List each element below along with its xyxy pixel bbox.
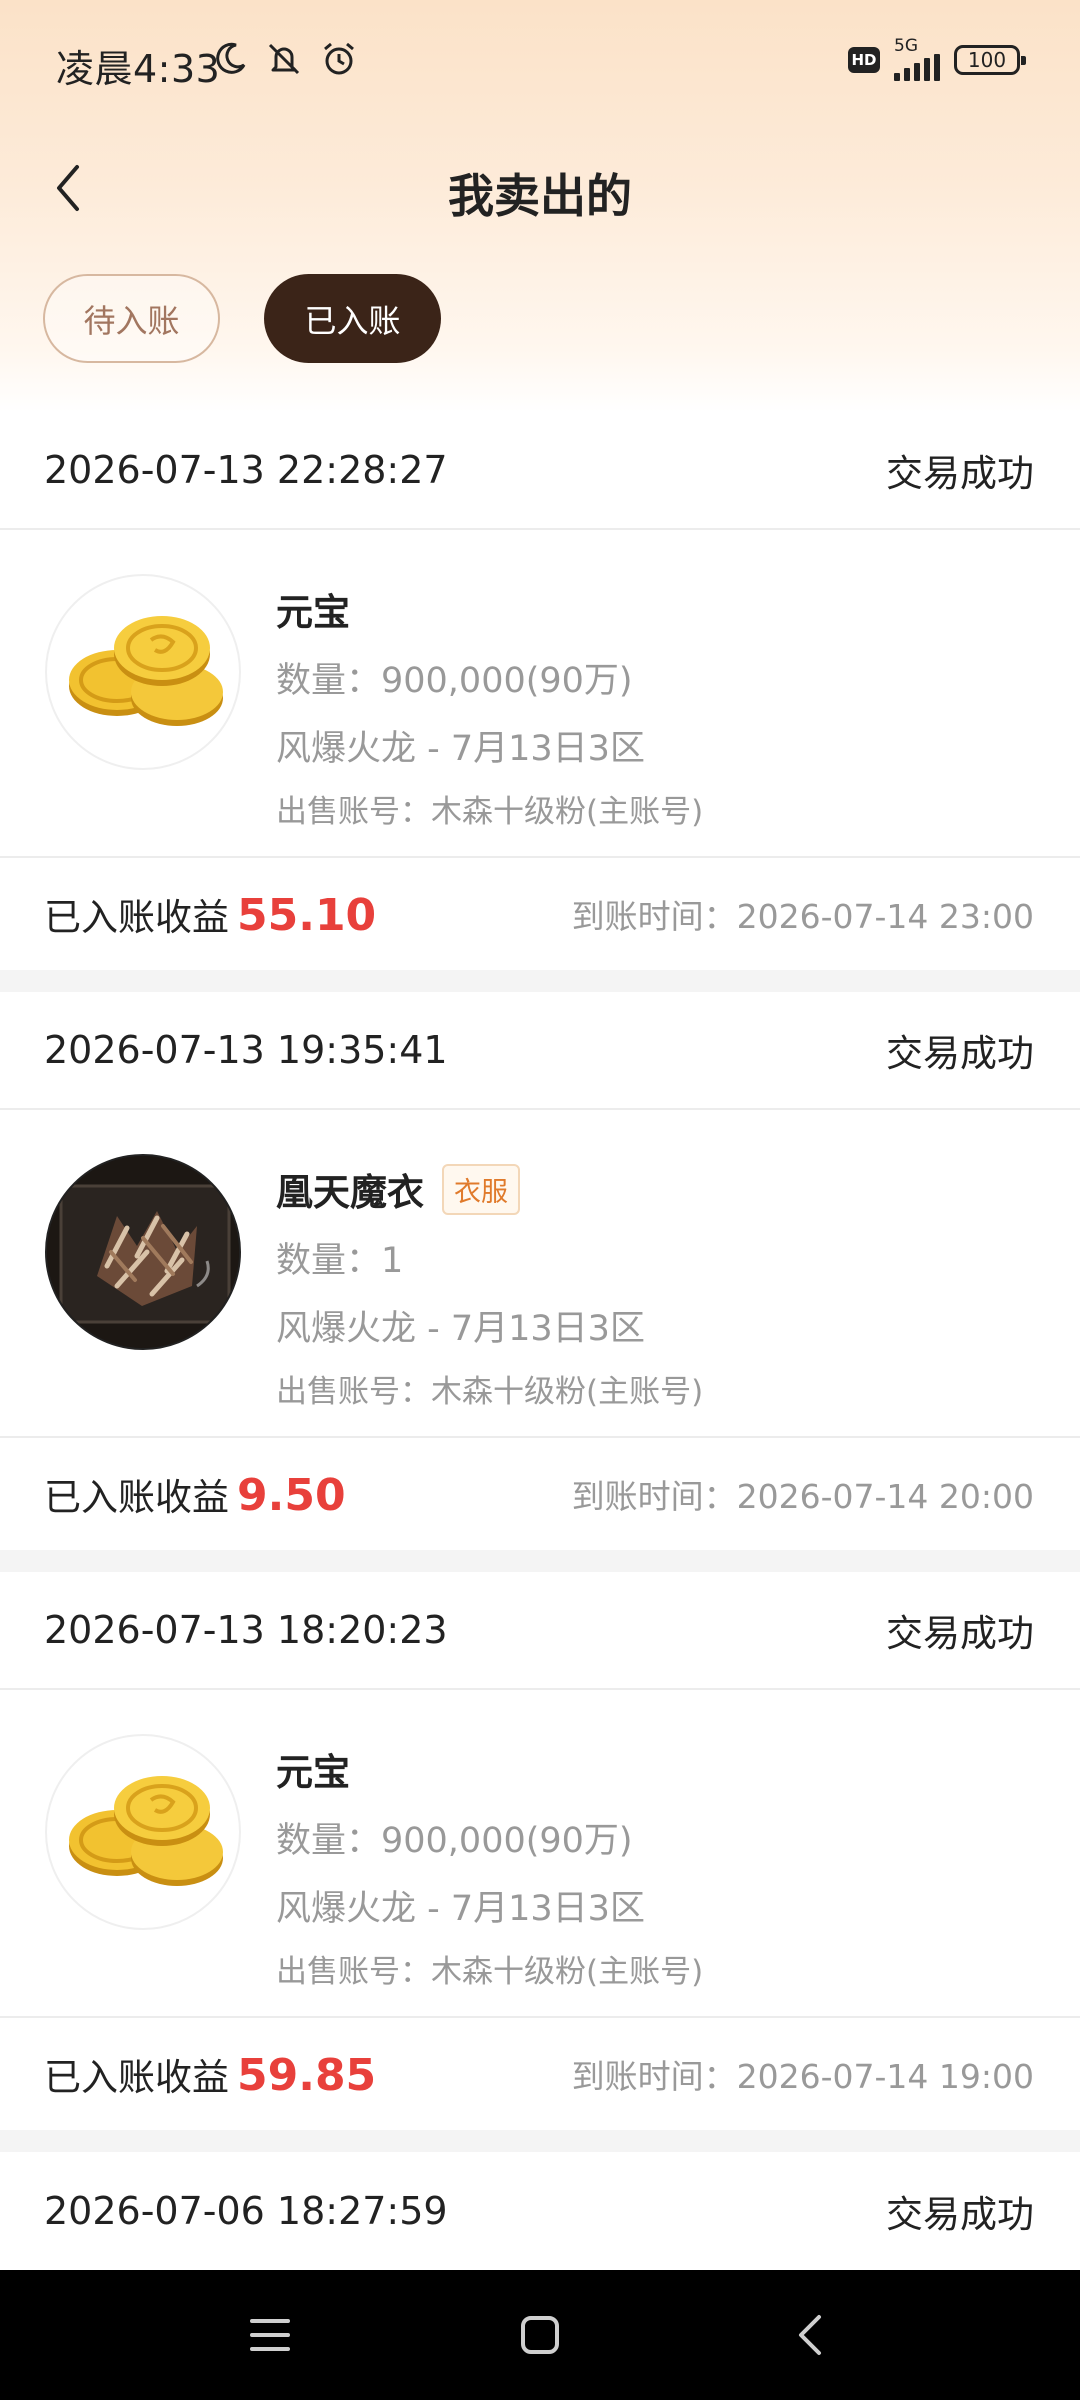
order-status: 交易成功 xyxy=(886,2193,1034,2236)
bell-off-icon xyxy=(268,43,300,75)
order-header: 2026-07-06 18:27:59 交易成功 xyxy=(0,2152,1080,2270)
arrive-time: 到账时间：2026-07-14 23:00 xyxy=(571,897,1034,936)
order-footer: 已入账收益 55.10 到账时间：2026-07-14 23:00 xyxy=(0,858,1080,970)
item-name: 凰天魔衣 xyxy=(276,1171,424,1214)
item-account: 出售账号：木森十级粉(主账号) xyxy=(276,1374,704,1410)
order-card[interactable]: 2026-07-13 19:35:41 交易成功 凰天魔衣 衣服 数量：1 风爆… xyxy=(0,992,1080,1550)
signal-icon: 5G xyxy=(894,38,940,81)
order-header: 2026-07-13 22:28:27 交易成功 xyxy=(0,412,1080,530)
item-server: 风爆火龙 - 7月13日3区 xyxy=(276,1309,645,1349)
menu-icon xyxy=(250,2319,290,2351)
order-card[interactable]: 2026-07-06 18:27:59 交易成功 xyxy=(0,2152,1080,2270)
order-header: 2026-07-13 18:20:23 交易成功 xyxy=(0,1572,1080,1690)
income-label: 已入账收益 xyxy=(44,1476,229,1519)
tab-pending[interactable]: 待入账 xyxy=(43,274,220,363)
order-status: 交易成功 xyxy=(886,452,1034,495)
status-time: 凌晨4:33 xyxy=(56,47,221,91)
order-list: 2026-07-13 22:28:27 交易成功 元宝 数量：900,000(9… xyxy=(0,412,1080,2270)
order-footer: 已入账收益 9.50 到账时间：2026-07-14 20:00 xyxy=(0,1438,1080,1550)
item-name: 元宝 xyxy=(276,591,350,634)
status-icons-right: HD 5G 100 xyxy=(848,38,1026,81)
armor-robe-icon xyxy=(45,1154,241,1350)
order-status: 交易成功 xyxy=(886,1032,1034,1075)
order-card[interactable]: 2026-07-13 18:20:23 交易成功 元宝 数量：900,000(9… xyxy=(0,1572,1080,2130)
item-quantity: 数量：1 xyxy=(276,1241,404,1281)
item-account: 出售账号：木森十级粉(主账号) xyxy=(276,794,704,830)
home-square-icon xyxy=(521,2316,559,2354)
order-body: 凰天魔衣 衣服 数量：1 风爆火龙 - 7月13日3区 出售账号：木森十级粉(主… xyxy=(0,1110,1080,1438)
order-header: 2026-07-13 19:35:41 交易成功 xyxy=(0,992,1080,1110)
back-triangle-icon xyxy=(799,2315,821,2355)
item-category-tag: 衣服 xyxy=(442,1163,520,1215)
home-button[interactable] xyxy=(510,2305,570,2365)
income-value: 59.85 xyxy=(237,2050,377,2101)
alarm-icon xyxy=(324,42,354,75)
nav-bar: 我卖出的 xyxy=(0,140,1080,236)
order-footer: 已入账收益 59.85 到账时间：2026-07-14 19:00 xyxy=(0,2018,1080,2130)
item-name: 元宝 xyxy=(276,1751,350,1794)
item-quantity: 数量：900,000(90万) xyxy=(276,1821,633,1861)
order-body: 元宝 数量：900,000(90万) 风爆火龙 - 7月13日3区 出售账号：木… xyxy=(0,1690,1080,2018)
moon-icon xyxy=(216,42,246,74)
order-datetime: 2026-07-13 18:20:23 xyxy=(44,1608,448,1652)
order-status: 交易成功 xyxy=(886,1612,1034,1655)
system-back-button[interactable] xyxy=(780,2305,840,2365)
income-value: 55.10 xyxy=(237,890,377,941)
menu-button[interactable] xyxy=(240,2305,300,2365)
item-server: 风爆火龙 - 7月13日3区 xyxy=(276,729,645,769)
order-body: 元宝 数量：900,000(90万) 风爆火龙 - 7月13日3区 出售账号：木… xyxy=(0,530,1080,858)
item-server: 风爆火龙 - 7月13日3区 xyxy=(276,1889,645,1929)
item-account: 出售账号：木森十级粉(主账号) xyxy=(276,1954,704,1990)
network-type: 5G xyxy=(894,36,918,56)
arrive-time: 到账时间：2026-07-14 20:00 xyxy=(571,1477,1034,1516)
gold-coins-icon xyxy=(45,574,241,770)
battery-icon: 100 xyxy=(954,44,1026,75)
tab-settled[interactable]: 已入账 xyxy=(264,274,441,363)
order-datetime: 2026-07-13 19:35:41 xyxy=(44,1028,448,1072)
battery-level: 100 xyxy=(967,47,1007,72)
status-icons-left xyxy=(212,40,358,78)
income-value: 9.50 xyxy=(237,1470,346,1521)
gold-coins-icon xyxy=(45,1734,241,1930)
order-datetime: 2026-07-06 18:27:59 xyxy=(44,2189,448,2233)
income-label: 已入账收益 xyxy=(44,2056,229,2099)
filter-tabs: 待入账 已入账 xyxy=(43,274,441,363)
page-title: 我卖出的 xyxy=(448,169,632,223)
arrive-time: 到账时间：2026-07-14 19:00 xyxy=(571,2057,1034,2096)
hd-badge: HD xyxy=(848,46,880,73)
order-card[interactable]: 2026-07-13 22:28:27 交易成功 元宝 数量：900,000(9… xyxy=(0,412,1080,970)
system-nav-bar xyxy=(0,2270,1080,2400)
status-bar: 凌晨4:33 HD 5G 100 xyxy=(0,0,1080,125)
income-label: 已入账收益 xyxy=(44,896,229,939)
order-datetime: 2026-07-13 22:28:27 xyxy=(44,448,448,492)
item-quantity: 数量：900,000(90万) xyxy=(276,661,633,701)
